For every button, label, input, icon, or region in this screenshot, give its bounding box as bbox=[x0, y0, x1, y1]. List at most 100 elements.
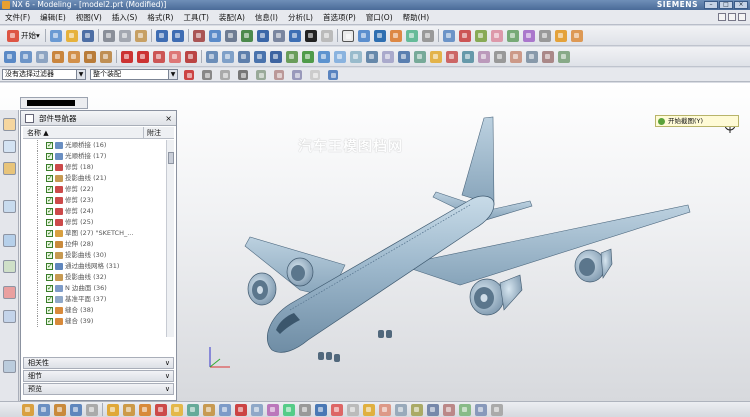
spline-icon[interactable] bbox=[153, 50, 165, 63]
shading-icon[interactable] bbox=[288, 29, 301, 42]
layer-icon[interactable] bbox=[357, 29, 370, 42]
checkbox-icon[interactable] bbox=[46, 184, 53, 195]
cut-icon[interactable] bbox=[102, 29, 115, 42]
wcs-icon[interactable] bbox=[373, 29, 386, 42]
sew-icon[interactable] bbox=[139, 403, 151, 416]
refresh-icon[interactable] bbox=[192, 29, 205, 42]
checkbox-icon[interactable] bbox=[46, 239, 53, 250]
scope-select[interactable]: 整个装配 ▼ bbox=[90, 69, 178, 80]
extrude-icon[interactable] bbox=[52, 50, 64, 63]
tree-row[interactable]: 修剪 (24) bbox=[23, 206, 166, 217]
tree-row[interactable]: 拉伸 (28) bbox=[23, 239, 166, 250]
more-icon[interactable] bbox=[491, 403, 503, 416]
checkbox-icon[interactable] bbox=[46, 140, 53, 151]
intersect-icon[interactable] bbox=[238, 50, 250, 63]
color-icon[interactable] bbox=[443, 403, 455, 416]
rotate-icon[interactable] bbox=[256, 29, 269, 42]
datum-icon[interactable] bbox=[20, 50, 32, 63]
bridge-icon[interactable] bbox=[414, 50, 426, 63]
shell-icon[interactable] bbox=[318, 50, 330, 63]
snap-mid-icon[interactable] bbox=[202, 69, 212, 80]
sketch-icon[interactable] bbox=[22, 403, 34, 416]
through-curves-icon[interactable] bbox=[366, 50, 378, 63]
move-icon[interactable] bbox=[86, 403, 98, 416]
col-name[interactable]: 名称 ▲ bbox=[27, 127, 49, 139]
move-object-icon[interactable] bbox=[510, 50, 522, 63]
pattern-icon[interactable] bbox=[107, 403, 119, 416]
feature-icon[interactable] bbox=[123, 403, 135, 416]
doc-close-icon[interactable] bbox=[738, 13, 746, 21]
assembly-navigator-tab-icon[interactable] bbox=[3, 140, 16, 153]
palette-tab-icon[interactable] bbox=[3, 286, 16, 299]
tree-row[interactable]: 投影曲线 (32) bbox=[23, 272, 166, 283]
delete-icon[interactable] bbox=[235, 403, 247, 416]
tree-scrollbar[interactable] bbox=[166, 140, 174, 337]
maximize-icon[interactable]: □ bbox=[719, 1, 733, 9]
snap-point-icon[interactable] bbox=[238, 69, 248, 80]
zebra-icon[interactable] bbox=[506, 29, 519, 42]
chamfer-icon[interactable] bbox=[270, 50, 282, 63]
system-materials-tab-icon[interactable] bbox=[3, 360, 16, 373]
tree-row[interactable]: 投影曲线 (21) bbox=[23, 173, 166, 184]
point-icon[interactable] bbox=[36, 50, 48, 63]
menu-insert[interactable]: 插入(S) bbox=[107, 12, 143, 23]
sketch-icon[interactable] bbox=[4, 50, 16, 63]
edit-param-icon[interactable] bbox=[494, 50, 506, 63]
edit-icon[interactable] bbox=[347, 403, 359, 416]
n-sided-icon[interactable] bbox=[382, 50, 394, 63]
dependencies-section[interactable]: 相关性 ∨ bbox=[23, 357, 174, 369]
offset-icon[interactable] bbox=[267, 403, 279, 416]
tree-row[interactable]: 光顺桥接 (17) bbox=[23, 151, 166, 162]
tool-icon[interactable] bbox=[379, 403, 391, 416]
curvature-icon[interactable] bbox=[490, 29, 503, 42]
checkbox-icon[interactable] bbox=[46, 151, 53, 162]
tree-row[interactable]: 修剪 (18) bbox=[23, 162, 166, 173]
orient-icon[interactable] bbox=[421, 29, 434, 42]
checkbox-icon[interactable] bbox=[46, 217, 53, 228]
doc-minimize-icon[interactable] bbox=[718, 13, 726, 21]
tree-row[interactable]: 草图 (27) "SKETCH_... bbox=[23, 228, 166, 239]
project-icon[interactable] bbox=[203, 403, 215, 416]
menu-information[interactable]: 信息(I) bbox=[250, 12, 283, 23]
fit-icon[interactable] bbox=[208, 29, 221, 42]
new-icon[interactable] bbox=[49, 29, 62, 42]
sew-icon[interactable] bbox=[398, 50, 410, 63]
unite-icon[interactable] bbox=[206, 50, 218, 63]
analysis-icon[interactable] bbox=[442, 29, 455, 42]
preview-section[interactable]: 预览 ∨ bbox=[23, 383, 174, 395]
plane-icon[interactable] bbox=[251, 403, 263, 416]
snap-face-icon[interactable] bbox=[292, 69, 302, 80]
face-icon[interactable] bbox=[187, 403, 199, 416]
arc-icon[interactable] bbox=[137, 50, 149, 63]
tree-row[interactable]: 缝合 (39) bbox=[23, 316, 166, 327]
open-icon[interactable] bbox=[65, 29, 78, 42]
surface-icon[interactable] bbox=[350, 50, 362, 63]
thicken-icon[interactable] bbox=[283, 403, 295, 416]
extrude-icon[interactable] bbox=[54, 403, 66, 416]
table-icon[interactable] bbox=[538, 29, 551, 42]
render-icon[interactable] bbox=[411, 403, 423, 416]
tree-row[interactable]: 光顺桥接 (16) bbox=[23, 140, 166, 151]
checkbox-icon[interactable] bbox=[46, 173, 53, 184]
checkbox-icon[interactable] bbox=[46, 195, 53, 206]
offset-curve-icon[interactable] bbox=[185, 50, 197, 63]
paste-icon[interactable] bbox=[134, 29, 147, 42]
type-filter-select[interactable]: 没有选择过滤器 ▼ bbox=[2, 69, 86, 80]
checkbox-icon[interactable] bbox=[46, 162, 53, 173]
pan-icon[interactable] bbox=[240, 29, 253, 42]
navigator-tab[interactable] bbox=[20, 97, 88, 109]
snap-center-icon[interactable] bbox=[220, 69, 230, 80]
snap-end-icon[interactable] bbox=[184, 69, 194, 80]
snap-icon[interactable] bbox=[389, 29, 402, 42]
transform-icon[interactable] bbox=[526, 50, 538, 63]
reuse-library-tab-icon[interactable] bbox=[3, 200, 16, 213]
snap-quadrant-icon[interactable] bbox=[274, 69, 284, 80]
layer-icon[interactable] bbox=[427, 403, 439, 416]
tree-row[interactable]: 投影曲线 (30) bbox=[23, 250, 166, 261]
view-tooltip[interactable]: 开始截图(Y) bbox=[655, 115, 739, 127]
tree-row[interactable]: 修剪 (23) bbox=[23, 195, 166, 206]
checkbox-icon[interactable] bbox=[46, 206, 53, 217]
checkbox-icon[interactable] bbox=[46, 261, 53, 272]
web-browser-tab-icon[interactable] bbox=[3, 260, 16, 273]
blend-icon[interactable] bbox=[171, 403, 183, 416]
